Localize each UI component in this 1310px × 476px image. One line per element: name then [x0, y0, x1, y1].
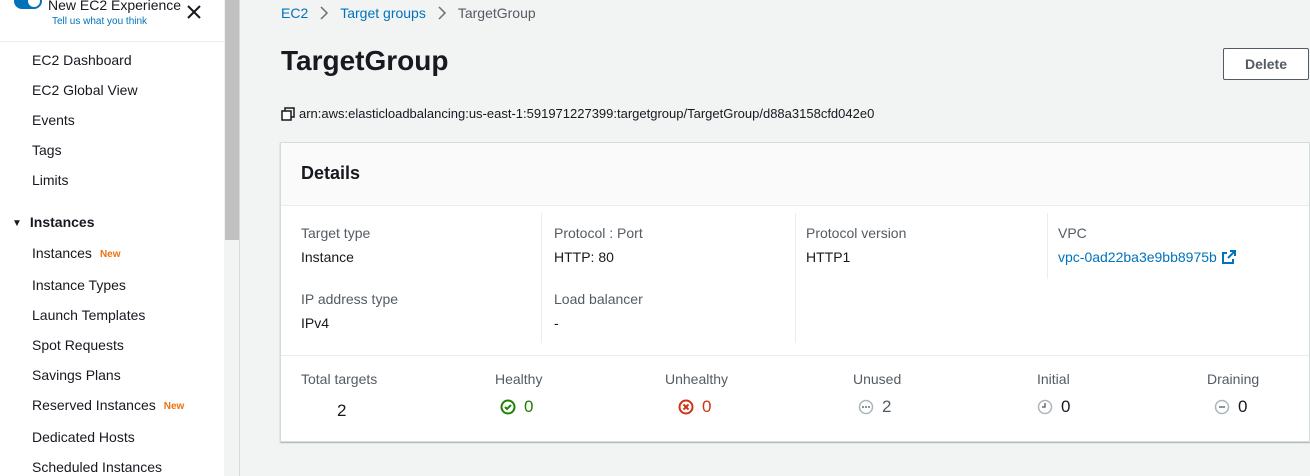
- sidebar-item-ec2-global-view[interactable]: EC2 Global View: [32, 82, 138, 98]
- sidebar-item-ec2-dashboard[interactable]: EC2 Dashboard: [32, 52, 132, 68]
- caret-down-icon: ▼: [12, 218, 22, 229]
- protocol-port-value: HTTP: 80: [554, 249, 614, 265]
- sidebar-item-tags[interactable]: Tags: [32, 142, 62, 158]
- ip-type-label: IP address type: [301, 291, 399, 307]
- protocol-port-label: Protocol : Port: [554, 225, 643, 241]
- new-experience-toggle-row: New EC2 Experience Tell us what you thin…: [0, 0, 224, 42]
- section-label: Instances: [29, 214, 95, 230]
- check-circle-icon: [500, 399, 516, 415]
- sidebar-item-spot-requests[interactable]: Spot Requests: [32, 337, 124, 353]
- unhealthy-value: 0: [702, 397, 712, 416]
- new-experience-title: New EC2 Experience: [48, 0, 182, 13]
- sidebar-item-events[interactable]: Events: [32, 112, 75, 128]
- details-col-2: Protocol : Port HTTP: 80 Load balancer -: [541, 213, 795, 343]
- load-balancer-value: -: [554, 315, 559, 331]
- target-type-label: Target type: [301, 225, 371, 241]
- vpc-value: vpc-0ad22ba3e9bb8975b: [1058, 249, 1217, 265]
- sidebar-item-instance-types[interactable]: Instance Types: [32, 277, 126, 293]
- toggle-knob: [28, 0, 40, 7]
- target-type-value: Instance: [301, 249, 354, 265]
- details-card: Details Target type Instance IP address …: [280, 142, 1310, 442]
- unused-count: 2: [858, 397, 891, 417]
- minus-circle-icon: [1214, 399, 1230, 415]
- total-targets-label: Total targets: [301, 371, 378, 387]
- draining-value: 0: [1238, 397, 1248, 416]
- breadcrumb: EC2 Target groups TargetGroup: [281, 5, 536, 21]
- draining-label: Draining: [1207, 371, 1260, 387]
- healthy-count: 0: [500, 397, 533, 417]
- vpc-link[interactable]: vpc-0ad22ba3e9bb8975b: [1058, 249, 1237, 265]
- initial-count: 0: [1037, 397, 1070, 417]
- details-col-3: Protocol version HTTP1: [795, 213, 1035, 343]
- initial-label: Initial: [1037, 371, 1070, 387]
- details-col-4: VPC vpc-0ad22ba3e9bb8975b: [1047, 213, 1307, 279]
- details-header: Details: [281, 143, 1309, 206]
- sidebar-item-reserved-instances[interactable]: Reserved Instances New: [32, 397, 184, 413]
- external-link-icon: [1221, 250, 1236, 264]
- healthy-label: Healthy: [495, 371, 543, 387]
- initial-value: 0: [1061, 397, 1071, 416]
- unused-value: 2: [882, 397, 892, 416]
- ellipsis-circle-icon: [858, 399, 874, 415]
- sidebar-item-launch-templates[interactable]: Launch Templates: [32, 307, 145, 323]
- new-badge: New: [99, 249, 121, 260]
- sidebar-section-instances[interactable]: ▼ Instances: [12, 214, 95, 230]
- copy-icon[interactable]: [281, 106, 295, 121]
- sidebar-item-instances[interactable]: Instances New: [32, 245, 121, 261]
- new-experience-toggle[interactable]: [14, 0, 42, 9]
- page-title: TargetGroup: [281, 45, 449, 76]
- scrollbar-thumb[interactable]: [225, 0, 239, 240]
- new-badge: New: [163, 401, 185, 412]
- draining-count: 0: [1214, 397, 1247, 417]
- details-col-1: Target type Instance IP address type IPv…: [301, 213, 541, 343]
- ip-type-value: IPv4: [301, 315, 330, 331]
- details-title: Details: [301, 163, 361, 183]
- sidebar-item-limits[interactable]: Limits: [32, 172, 69, 188]
- breadcrumb-current: TargetGroup: [457, 5, 536, 21]
- load-balancer-label: Load balancer: [554, 291, 643, 307]
- chevron-right-icon: [437, 6, 447, 20]
- delete-button[interactable]: Delete: [1223, 48, 1309, 80]
- protocol-version-value: HTTP1: [806, 249, 851, 265]
- x-circle-icon: [678, 399, 694, 415]
- sidebar-item-scheduled-instances[interactable]: Scheduled Instances: [32, 459, 162, 475]
- arn-row: arn:aws:elasticloadbalancing:us-east-1:5…: [281, 106, 874, 121]
- main-content: EC2 Target groups TargetGroup TargetGrou…: [241, 0, 1310, 476]
- clock-icon: [1037, 399, 1053, 415]
- unhealthy-label: Unhealthy: [665, 371, 729, 387]
- sidebar: New EC2 Experience Tell us what you thin…: [0, 0, 224, 476]
- feedback-link[interactable]: Tell us what you think: [52, 16, 147, 27]
- divider: [281, 355, 1309, 356]
- sidebar-item-dedicated-hosts[interactable]: Dedicated Hosts: [32, 429, 135, 445]
- vpc-label: VPC: [1058, 225, 1087, 241]
- arn-text: arn:aws:elasticloadbalancing:us-east-1:5…: [299, 106, 875, 121]
- healthy-value: 0: [524, 397, 534, 416]
- sidebar-item-label: Reserved Instances: [32, 397, 156, 413]
- sidebar-scrollbar[interactable]: [224, 0, 240, 476]
- breadcrumb-ec2[interactable]: EC2: [281, 5, 308, 21]
- sidebar-item-label: Instances: [32, 245, 92, 261]
- unused-label: Unused: [853, 371, 902, 387]
- close-icon[interactable]: [184, 2, 204, 22]
- sidebar-item-savings-plans[interactable]: Savings Plans: [32, 367, 121, 383]
- unhealthy-count: 0: [678, 397, 711, 417]
- chevron-right-icon: [319, 6, 329, 20]
- protocol-version-label: Protocol version: [806, 225, 907, 241]
- breadcrumb-target-groups[interactable]: Target groups: [340, 5, 426, 21]
- total-targets-value: 2: [337, 401, 347, 420]
